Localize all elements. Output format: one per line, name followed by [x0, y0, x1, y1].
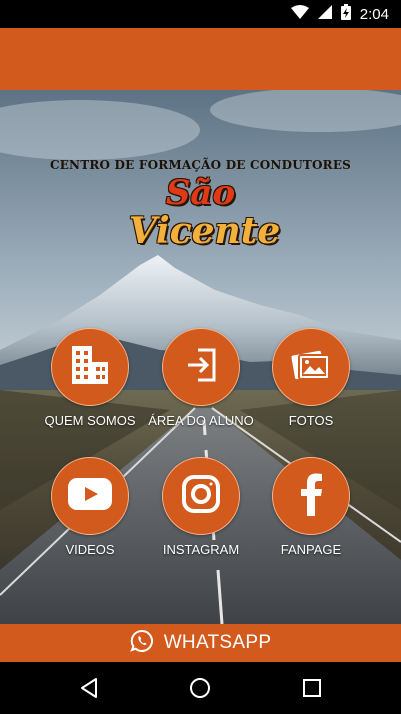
status-bar: 2:04: [0, 0, 401, 28]
logo-name-line2: Vicente: [128, 210, 281, 252]
menu-instagram[interactable]: INSTAGRAM: [141, 457, 261, 557]
instagram-icon: [181, 474, 221, 519]
whatsapp-label: WHATSAPP: [163, 632, 272, 653]
instagram-button[interactable]: [162, 457, 240, 535]
battery-charging-icon: [340, 3, 351, 25]
status-time: 2:04: [359, 5, 389, 23]
logo-tagline: CENTRO DE FORMAÇÃO DE CONDUTORES: [49, 158, 352, 172]
back-icon[interactable]: [76, 675, 102, 701]
videos-label: VIDEOS: [65, 542, 115, 557]
school-logo: CENTRO DE FORMAÇÃO DE CONDUTORES São Vic…: [0, 158, 401, 250]
menu-videos[interactable]: VIDEOS: [30, 457, 150, 557]
building-icon: [70, 344, 110, 391]
home-screen: CENTRO DE FORMAÇÃO DE CONDUTORES São Vic…: [0, 90, 401, 624]
wifi-icon: [290, 4, 309, 24]
whatsapp-button[interactable]: WHATSAPP: [0, 624, 401, 662]
area-do-aluno-button[interactable]: [162, 328, 240, 406]
fanpage-label: FANPAGE: [280, 542, 342, 557]
area-do-aluno-label: ÁREA DO ALUNO: [148, 413, 254, 428]
fotos-button[interactable]: [272, 328, 350, 406]
signal-icon: [317, 4, 332, 24]
menu-quem-somos[interactable]: QUEM SOMOS: [30, 328, 150, 428]
youtube-icon: [68, 477, 112, 515]
status-icons: 2:04: [290, 0, 389, 28]
facebook-icon: [299, 472, 323, 521]
navigation-bar: [0, 662, 401, 714]
quem-somos-button[interactable]: [51, 328, 129, 406]
login-icon: [182, 346, 220, 389]
fotos-label: FOTOS: [288, 413, 334, 428]
quem-somos-label: QUEM SOMOS: [44, 413, 136, 428]
home-icon[interactable]: [187, 675, 213, 701]
menu-fotos[interactable]: FOTOS: [251, 328, 371, 428]
instagram-label: INSTAGRAM: [162, 542, 240, 557]
menu-fanpage[interactable]: FANPAGE: [251, 457, 371, 557]
logo-name-line1: São: [165, 173, 236, 213]
videos-button[interactable]: [51, 457, 129, 535]
app-bar: [0, 28, 401, 90]
menu-area-do-aluno[interactable]: ÁREA DO ALUNO: [141, 328, 261, 428]
photos-icon: [290, 347, 332, 388]
whatsapp-icon: [129, 629, 154, 658]
recents-icon[interactable]: [299, 675, 325, 701]
fanpage-button[interactable]: [272, 457, 350, 535]
